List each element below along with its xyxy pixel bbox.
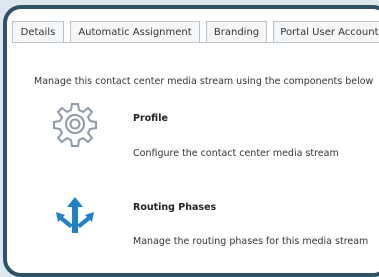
profile-title[interactable]: Profile bbox=[133, 113, 168, 124]
tab-details[interactable]: Details bbox=[12, 21, 64, 43]
routing-arrows-icon[interactable] bbox=[53, 195, 97, 239]
tab-bar: Details Automatic Assignment Branding Po… bbox=[12, 21, 379, 43]
tab-portal-user-accounts-label: Portal User Accounts bbox=[280, 27, 379, 38]
tab-automatic-assignment-label: Automatic Assignment bbox=[78, 27, 192, 38]
intro-text: Manage this contact center media stream … bbox=[34, 76, 374, 87]
tab-portal-user-accounts[interactable]: Portal User Accounts bbox=[273, 21, 379, 43]
panel-frame: Details Automatic Assignment Branding Po… bbox=[3, 5, 379, 277]
routing-phases-description: Manage the routing phases for this media… bbox=[133, 236, 369, 247]
tab-details-label: Details bbox=[20, 27, 56, 38]
tab-automatic-assignment[interactable]: Automatic Assignment bbox=[70, 21, 200, 43]
profile-description: Configure the contact center media strea… bbox=[133, 148, 339, 159]
tab-divider bbox=[12, 42, 379, 43]
routing-phases-title[interactable]: Routing Phases bbox=[133, 202, 216, 213]
gear-icon[interactable] bbox=[51, 100, 99, 148]
tab-branding-label: Branding bbox=[213, 27, 260, 38]
tab-branding[interactable]: Branding bbox=[206, 21, 267, 43]
